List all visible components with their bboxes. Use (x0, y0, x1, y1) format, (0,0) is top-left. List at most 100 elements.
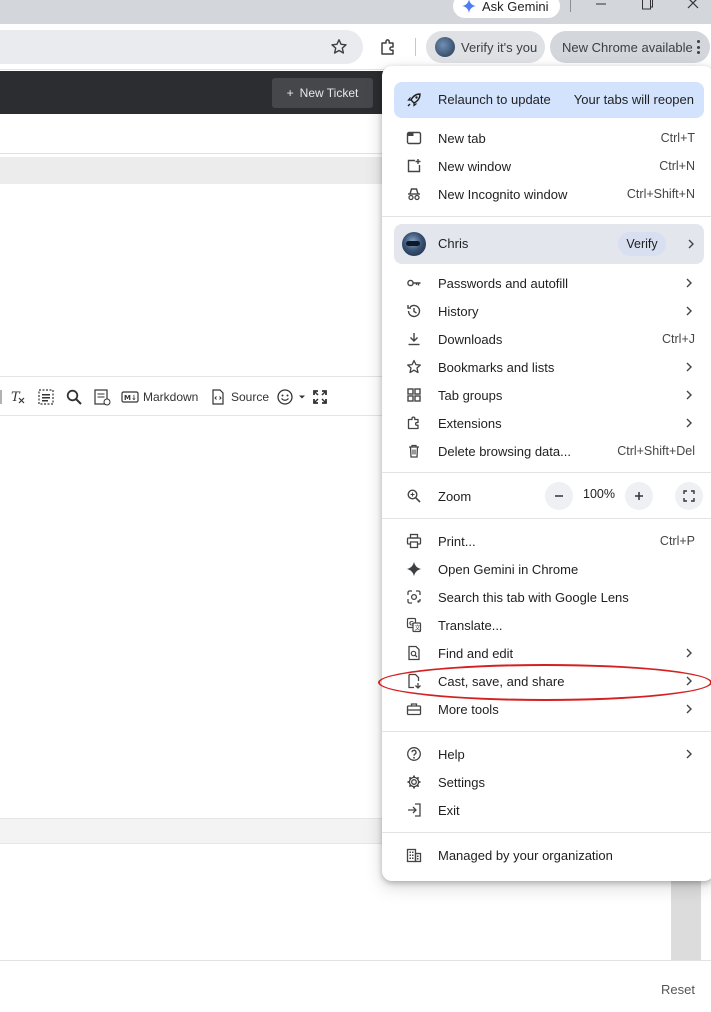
find-in-page-icon (406, 645, 422, 661)
menu-divider (382, 832, 711, 833)
titlebar-separator (570, 0, 571, 12)
menu-item-label: Tab groups (438, 387, 503, 403)
source-button[interactable]: Source (209, 387, 269, 407)
menu-divider (382, 472, 711, 473)
menu-divider (382, 518, 711, 519)
chevron-right-icon (686, 676, 692, 686)
restore-button[interactable] (636, 0, 658, 12)
menu-item-label: New tab (438, 130, 486, 146)
menu-item-google-lens[interactable]: Search this tab with Google Lens (382, 583, 711, 611)
chevron-right-icon (688, 239, 694, 249)
profile-row[interactable]: Chris Verify (394, 224, 704, 264)
menu-item-label: Downloads (438, 331, 503, 347)
menu-item-downloads[interactable]: Downloads Ctrl+J (382, 325, 711, 353)
extensions-puzzle-icon[interactable] (378, 37, 398, 57)
menu-item-translate[interactable]: G文 Translate... (382, 611, 711, 639)
address-bar[interactable] (0, 30, 363, 64)
markdown-label: Markdown (143, 390, 199, 404)
menu-item-label: Extensions (438, 415, 502, 431)
tab-groups-icon (406, 387, 422, 403)
incognito-icon (406, 186, 422, 202)
menu-item-history[interactable]: History (382, 297, 711, 325)
trash-icon (406, 443, 422, 459)
menu-item-new-window[interactable]: New window Ctrl+N (382, 152, 711, 180)
menu-item-label: Search this tab with Google Lens (438, 589, 629, 605)
menu-item-settings[interactable]: Settings (382, 768, 711, 796)
menu-item-label: History (438, 303, 479, 319)
chevron-right-icon (686, 704, 692, 714)
template-button[interactable] (93, 387, 111, 407)
chevron-right-icon (686, 362, 692, 372)
menu-item-shortcut: Ctrl+N (659, 159, 695, 173)
minimize-button[interactable] (590, 0, 612, 12)
profile-verify-button[interactable]: Verify (618, 232, 666, 256)
maximize-editor-button[interactable] (311, 387, 329, 407)
emoji-button[interactable] (276, 387, 306, 407)
close-icon (687, 0, 699, 9)
menu-item-new-incognito-window[interactable]: New Incognito window Ctrl+Shift+N (382, 180, 711, 208)
verify-chip-label: Verify it's you (461, 39, 538, 55)
markdown-button[interactable]: M↓ Markdown (121, 387, 198, 407)
menu-item-tab-groups[interactable]: Tab groups (382, 381, 711, 409)
browser-toolbar: Verify it's you New Chrome available (0, 24, 711, 70)
fullscreen-button[interactable] (675, 482, 703, 510)
chevron-right-icon (686, 749, 692, 759)
zoom-level-value: 100% (583, 487, 615, 501)
menu-item-label: Settings (438, 774, 485, 790)
menu-item-label: Open Gemini in Chrome (438, 561, 579, 577)
menu-item-shortcut: Ctrl+P (659, 534, 695, 548)
menu-item-label: Find and edit (438, 645, 514, 661)
menu-item-new-tab[interactable]: New tab Ctrl+T (382, 124, 711, 152)
template-icon (94, 389, 111, 406)
menu-item-open-gemini[interactable]: Open Gemini in Chrome (382, 555, 711, 583)
select-all-button[interactable] (37, 387, 55, 407)
menu-item-managed-by-organization[interactable]: Managed by your organization (382, 841, 711, 869)
fullscreen-icon (683, 490, 695, 502)
menu-item-passwords-and-autofill[interactable]: Passwords and autofill (382, 269, 711, 297)
menu-item-exit[interactable]: Exit (382, 796, 711, 824)
new-chrome-label: New Chrome available (562, 39, 693, 55)
menu-item-bookmarks-and-lists[interactable]: Bookmarks and lists (382, 353, 711, 381)
menu-item-help[interactable]: Help (382, 740, 711, 768)
rocket-icon (407, 93, 421, 107)
new-chrome-available-button[interactable]: New Chrome available (550, 31, 710, 63)
clear-format-button[interactable]: T (9, 387, 27, 407)
chevron-right-icon (686, 390, 692, 400)
new-tab-icon (406, 130, 422, 146)
close-window-button[interactable] (682, 0, 704, 12)
verify-identity-chip[interactable]: Verify it's you (426, 31, 545, 63)
zoom-in-button[interactable] (625, 482, 653, 510)
menu-item-find-and-edit[interactable]: Find and edit (382, 639, 711, 667)
bookmark-star-icon[interactable] (330, 38, 348, 56)
relaunch-note: Your tabs will reopen (573, 92, 694, 107)
relaunch-label: Relaunch to update (438, 92, 551, 107)
menu-item-more-tools[interactable]: More tools (382, 695, 711, 723)
chrome-main-menu: Relaunch to update Your tabs will reopen… (382, 66, 711, 881)
plus-icon: + (286, 86, 294, 100)
profile-avatar (402, 232, 426, 256)
plus-icon (635, 492, 643, 500)
find-button[interactable] (65, 387, 83, 407)
source-label: Source (231, 390, 270, 404)
reset-link[interactable]: Reset (661, 982, 695, 997)
zoom-out-button[interactable] (545, 482, 573, 510)
star-icon (406, 359, 422, 375)
ask-gemini-label: Ask Gemini (482, 0, 549, 14)
markdown-icon: M↓ (121, 391, 139, 403)
select-all-icon (38, 389, 54, 405)
profile-name: Chris (438, 236, 469, 251)
menu-item-print[interactable]: Print... Ctrl+P (382, 527, 711, 555)
dropdown-caret-icon (299, 395, 305, 399)
zoom-label: Zoom (438, 488, 472, 504)
menu-item-extensions[interactable]: Extensions (382, 409, 711, 437)
new-ticket-button[interactable]: + New Ticket (272, 78, 373, 108)
minimize-icon (596, 3, 606, 5)
svg-text:文: 文 (415, 624, 421, 632)
menu-item-cast-save-and-share[interactable]: Cast, save, and share (382, 667, 711, 695)
profile-avatar (435, 37, 455, 57)
minus-icon (555, 495, 563, 497)
menu-item-delete-browsing-data[interactable]: Delete browsing data... Ctrl+Shift+Del (382, 437, 711, 465)
relaunch-to-update-item[interactable]: Relaunch to update Your tabs will reopen (394, 82, 704, 118)
menu-item-label: Bookmarks and lists (438, 359, 555, 375)
ask-gemini-button[interactable]: Ask Gemini (453, 0, 560, 18)
